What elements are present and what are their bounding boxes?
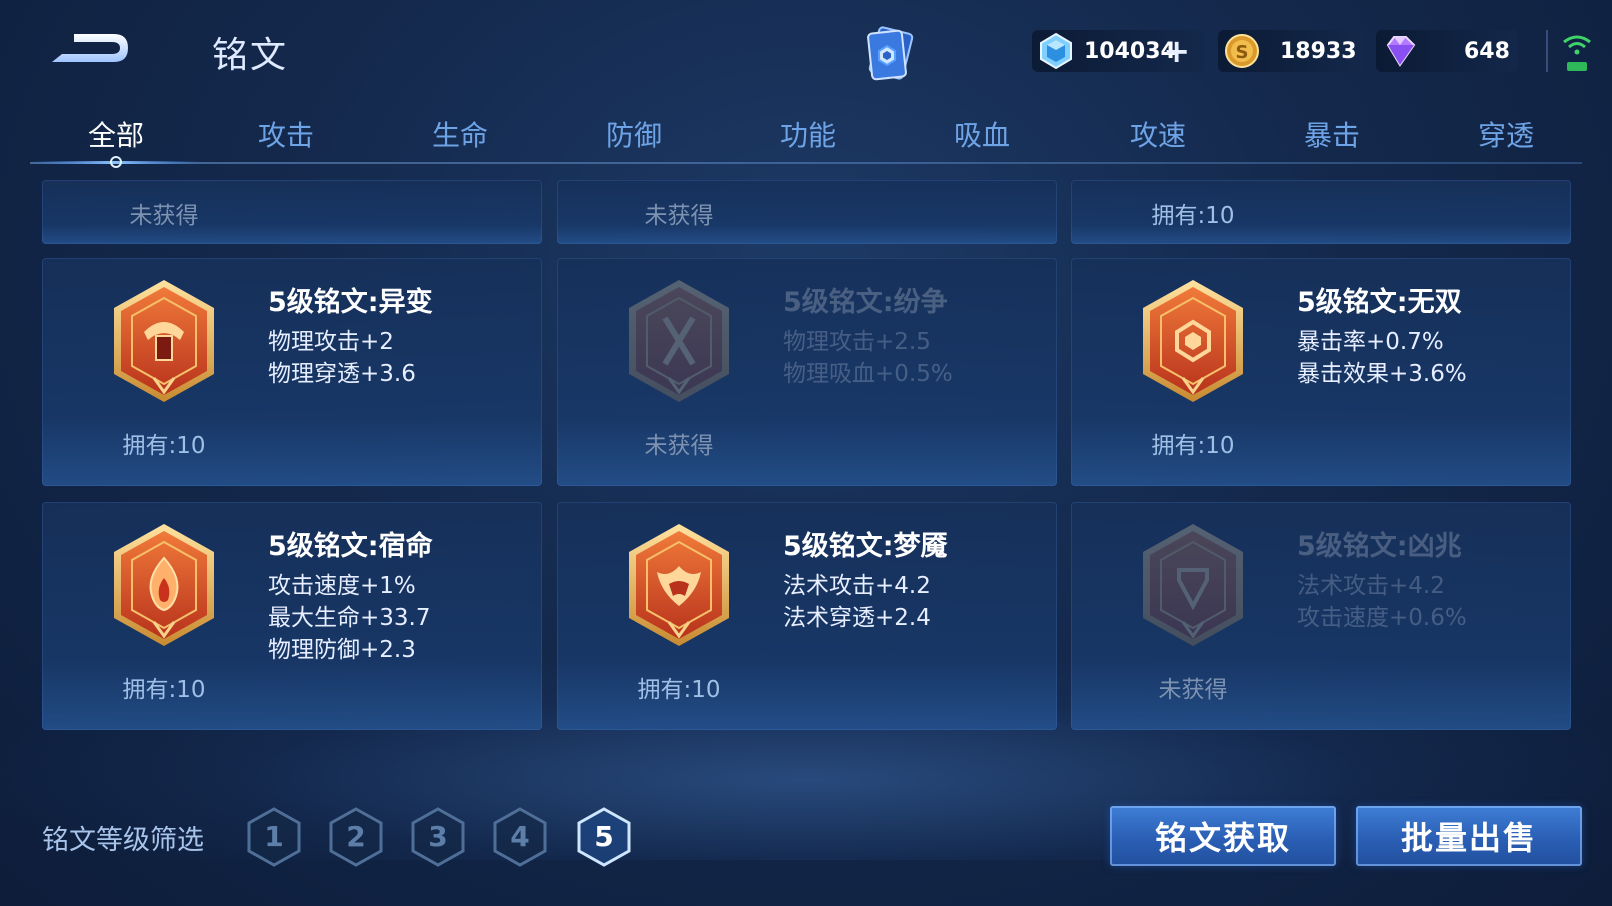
rune-card[interactable]: 5级铭文:异变 物理攻击+2 物理穿透+3.6 拥有:10: [42, 258, 542, 486]
level-filter-4[interactable]: 4: [492, 806, 548, 868]
tabs-divider: [30, 162, 1582, 164]
level-filter-5[interactable]: 5: [576, 806, 632, 868]
level-number: 1: [264, 820, 284, 853]
rune-card[interactable]: 5级铭文:凶兆 法术攻击+4.2 攻击速度+0.6% 未获得: [1071, 502, 1571, 730]
rune-stat: 物理防御+2.3: [268, 637, 416, 663]
rune-card[interactable]: 未获得: [557, 180, 1057, 244]
gem-count: 104034: [1084, 38, 1176, 64]
rune-stat: 法术攻击+4.2: [1297, 573, 1445, 599]
tab-all[interactable]: 全部: [56, 114, 176, 154]
rune-stat: 物理吸血+0.5%: [783, 361, 953, 387]
rune-card[interactable]: 5级铭文:宿命 攻击速度+1% 最大生命+33.7 物理防御+2.3 拥有:10: [42, 502, 542, 730]
rune-card[interactable]: 5级铭文:纷争 物理攻击+2.5 物理吸血+0.5% 未获得: [557, 258, 1057, 486]
tab-critical[interactable]: 暴击: [1272, 114, 1392, 154]
owned-count: 拥有:10: [637, 677, 721, 703]
rune-suming-icon: [110, 522, 218, 648]
owned-count: 未获得: [644, 433, 714, 459]
owned-count: 拥有:10: [122, 677, 206, 703]
rune-yibian-icon: [110, 278, 218, 404]
rune-card[interactable]: 5级铭文:梦魇 法术攻击+4.2 法术穿透+2.4 拥有:10: [557, 502, 1057, 730]
page-title: 铭文: [212, 35, 289, 76]
rune-book-icon[interactable]: [860, 22, 920, 86]
rune-name: 5级铭文:纷争: [783, 287, 948, 318]
gem-currency: 104034 +: [1032, 30, 1204, 72]
wifi-icon: [1560, 30, 1594, 74]
tab-penetration[interactable]: 穿透: [1446, 114, 1566, 154]
rune-stat: 攻击速度+0.6%: [1297, 605, 1467, 631]
gold-currency: S 18933: [1218, 30, 1364, 72]
gold-coin-icon: S: [1225, 34, 1259, 68]
level-number: 5: [594, 820, 614, 853]
diamond-icon: [1386, 36, 1416, 67]
crystal-icon: [1040, 32, 1072, 70]
rune-xiongzhao-icon: [1139, 522, 1247, 648]
active-tab-indicator: [30, 152, 200, 174]
rune-stat: 暴击效果+3.6%: [1297, 361, 1467, 387]
rune-name: 5级铭文:异变: [268, 287, 433, 318]
tab-attack-speed[interactable]: 攻速: [1098, 114, 1218, 154]
add-gem-button[interactable]: +: [1163, 35, 1190, 67]
rune-stat: 暴击率+0.7%: [1297, 329, 1444, 355]
rune-name: 5级铭文:宿命: [268, 531, 433, 562]
rune-stat: 物理攻击+2.5: [783, 329, 931, 355]
owned-count: 拥有:10: [122, 433, 206, 459]
level-filter-2[interactable]: 2: [328, 806, 384, 868]
tab-defense[interactable]: 防御: [574, 114, 694, 154]
gold-count: 18933: [1280, 38, 1357, 64]
diamond-currency: 648: [1376, 30, 1518, 72]
tab-utility[interactable]: 功能: [748, 114, 868, 154]
tab-attack[interactable]: 攻击: [226, 114, 346, 154]
rune-card[interactable]: 拥有:10: [1071, 180, 1571, 244]
rune-mengyan-icon: [625, 522, 733, 648]
rune-stat: 物理攻击+2: [268, 329, 394, 355]
back-arrow-icon: [52, 34, 128, 62]
rune-name: 5级铭文:梦魇: [783, 531, 948, 562]
rune-stat: 最大生命+33.7: [268, 605, 431, 631]
level-filter-3[interactable]: 3: [410, 806, 466, 868]
level-number: 2: [346, 820, 366, 853]
bulk-sell-button[interactable]: 批量出售: [1356, 806, 1582, 866]
tab-lifesteal[interactable]: 吸血: [922, 114, 1042, 154]
owned-count: 未获得: [129, 203, 199, 229]
level-filter-1[interactable]: 1: [246, 806, 302, 868]
rune-name: 5级铭文:无双: [1297, 287, 1462, 318]
category-tabs: 全部 攻击 生命 防御 功能 吸血 攻速 暴击 穿透: [30, 104, 1582, 164]
level-filter-label: 铭文等级筛选: [42, 825, 204, 856]
back-button[interactable]: [48, 26, 132, 70]
tab-health[interactable]: 生命: [400, 114, 520, 154]
level-number: 4: [510, 820, 530, 853]
rune-card[interactable]: 5级铭文:无双 暴击率+0.7% 暴击效果+3.6% 拥有:10: [1071, 258, 1571, 486]
rune-name: 5级铭文:凶兆: [1297, 531, 1462, 562]
owned-count: 拥有:10: [1151, 433, 1235, 459]
rune-fenzheng-icon: [625, 278, 733, 404]
rune-stat: 物理穿透+3.6: [268, 361, 416, 387]
owned-count: 未获得: [1158, 677, 1228, 703]
owned-count: 拥有:10: [1151, 203, 1235, 229]
svg-text:S: S: [1236, 42, 1249, 63]
obtain-runes-button[interactable]: 铭文获取: [1110, 806, 1336, 866]
rune-stat: 法术攻击+4.2: [783, 573, 931, 599]
owned-count: 未获得: [644, 203, 714, 229]
rune-stat: 攻击速度+1%: [268, 573, 416, 599]
rune-stat: 法术穿透+2.4: [783, 605, 931, 631]
header-divider: [1546, 30, 1548, 72]
diamond-count: 648: [1464, 38, 1510, 64]
rune-card[interactable]: 未获得: [42, 180, 542, 244]
level-number: 3: [428, 820, 448, 853]
rune-wushuang-icon: [1139, 278, 1247, 404]
